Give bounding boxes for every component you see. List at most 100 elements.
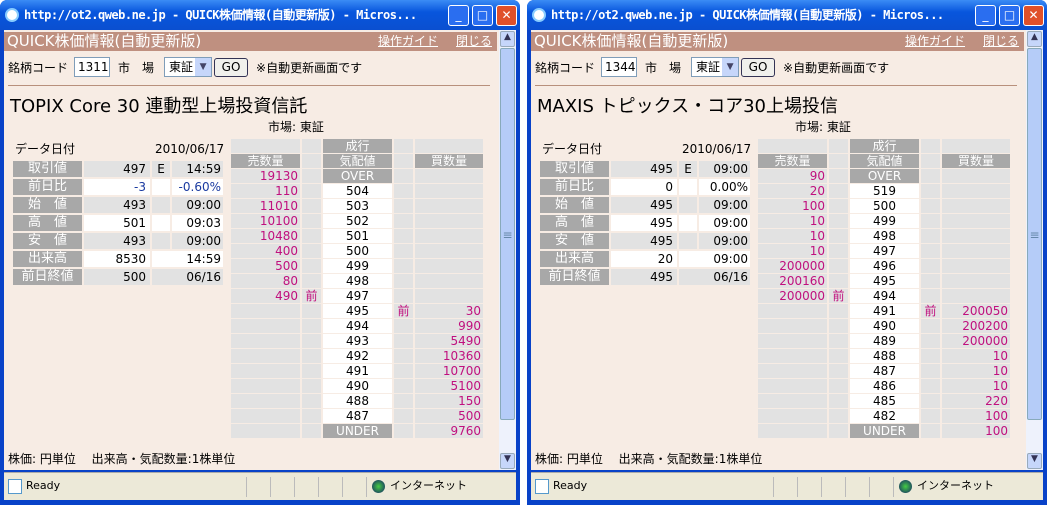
prev-close-marker (302, 349, 323, 363)
prev-close-marker (394, 274, 415, 288)
market-line: 市場: 東証 (268, 120, 324, 134)
scroll-thumb[interactable]: ≡ (1027, 48, 1042, 420)
close-link[interactable]: 閉じる (456, 32, 492, 51)
sell-qty: 200000 (758, 259, 829, 273)
quote-time: 09:00 (172, 233, 223, 249)
price: 495 (323, 304, 394, 318)
code-input[interactable]: 1344 (601, 57, 638, 77)
price: 497 (850, 244, 921, 258)
price: 499 (850, 214, 921, 228)
prev-close-marker (394, 184, 415, 198)
scroll-thumb[interactable]: ≡ (500, 48, 515, 420)
prev-close-marker (921, 334, 942, 348)
market-select[interactable]: 東証 ▼ (691, 57, 740, 77)
order-book-row: 486 10 (758, 379, 1014, 394)
guide-link[interactable]: 操作ガイド (905, 32, 965, 51)
maximize-button[interactable]: □ (472, 5, 493, 26)
quote-row: 前日終値 495 06/16 (539, 268, 751, 286)
sell-qty: 200000 (758, 289, 829, 303)
close-link[interactable]: 閉じる (983, 32, 1019, 51)
quote-row: 高 値 501 09:03 (12, 214, 224, 232)
minimize-button[interactable]: _ (448, 5, 469, 26)
market-order-header: 成行 (850, 139, 921, 153)
scroll-up-icon[interactable]: ▲ (500, 31, 515, 47)
go-button[interactable]: GO (214, 57, 249, 77)
prev-close-marker (302, 184, 323, 198)
buy-qty: 30 (415, 304, 485, 318)
order-book-row: 110 504 (231, 184, 487, 199)
quote-label: 前日比 (13, 179, 82, 195)
go-button[interactable]: GO (741, 57, 776, 77)
prev-close-marker (394, 214, 415, 228)
order-book-row: 490 5100 (231, 379, 487, 394)
scroll-up-icon[interactable]: ▲ (1027, 31, 1042, 47)
scroll-down-icon[interactable]: ▼ (500, 453, 515, 469)
window-title: http://ot2.qweb.ne.jp - QUICK株価情報(自動更新版)… (24, 8, 417, 22)
guide-link[interactable]: 操作ガイド (378, 32, 438, 51)
prev-close-marker: 前 (829, 289, 850, 303)
buy-qty: 100 (942, 409, 1012, 423)
market-select[interactable]: 東証 ▼ (164, 57, 213, 77)
title-bar[interactable]: http://ot2.qweb.ne.jp - QUICK株価情報(自動更新版)… (527, 0, 1047, 30)
quote-label: 高 値 (13, 215, 82, 231)
window-title: http://ot2.qweb.ne.jp - QUICK株価情報(自動更新版)… (551, 8, 944, 22)
vertical-scrollbar[interactable]: ▲ ≡ ▼ (499, 30, 516, 470)
buy-qty (415, 214, 485, 228)
prev-close-marker (394, 169, 415, 183)
order-book-row: 100 500 (758, 199, 1014, 214)
search-form: 銘柄コード 1344 市 場 東証 ▼ GO ※自動更新画面です (535, 56, 889, 78)
price: 501 (323, 229, 394, 243)
sell-qty (231, 304, 302, 318)
buy-qty (942, 274, 1012, 288)
sell-qty (758, 409, 829, 423)
code-input[interactable]: 1311 (74, 57, 111, 77)
minimize-button[interactable]: _ (975, 5, 996, 26)
quote-label: 取引値 (13, 161, 82, 177)
prev-close-marker (921, 199, 942, 213)
scroll-down-icon[interactable]: ▼ (1027, 453, 1042, 469)
price: 497 (323, 289, 394, 303)
order-book-row: 488 10 (758, 349, 1014, 364)
quote-value: 493 (84, 197, 150, 213)
prev-close-marker (394, 259, 415, 273)
sell-qty (231, 319, 302, 333)
market-value: 東証 (169, 60, 194, 74)
security-name: MAXIS トピックス・コア30上場投信 (537, 96, 838, 117)
maximize-button[interactable]: □ (999, 5, 1020, 26)
chevron-down-icon[interactable]: ▼ (195, 58, 212, 76)
quote-row: 前日比 -3 -0.60% (12, 178, 224, 196)
prev-close-marker (302, 424, 323, 438)
price: UNDER (323, 424, 394, 438)
browser-window: http://ot2.qweb.ne.jp - QUICK株価情報(自動更新版)… (527, 0, 1047, 505)
prev-close-marker (921, 229, 942, 243)
vertical-scrollbar[interactable]: ▲ ≡ ▼ (1026, 30, 1043, 470)
sell-qty (231, 364, 302, 378)
sell-qty: 90 (758, 169, 829, 183)
buy-qty (415, 184, 485, 198)
quote-label: 安 値 (13, 233, 82, 249)
price: 496 (850, 259, 921, 273)
quote-value: 495 (611, 233, 677, 249)
close-window-button[interactable]: ✕ (1023, 5, 1044, 26)
quote-label: 出来高 (13, 251, 82, 267)
quote-label: 前日終値 (540, 269, 609, 285)
buy-qty: 5490 (415, 334, 485, 348)
buy-qty (942, 169, 1012, 183)
order-book-row: 200000 496 (758, 259, 1014, 274)
quote-label: 始 値 (540, 197, 609, 213)
order-book-row: 200000 前 494 (758, 289, 1014, 304)
quote-row: 取引値 495 E 09:00 (539, 160, 751, 178)
prev-close-marker (921, 409, 942, 423)
sell-qty: 400 (231, 244, 302, 258)
chevron-down-icon[interactable]: ▼ (722, 58, 739, 76)
quote-value: 497 (84, 161, 150, 177)
sell-qty-header: 売数量 (231, 154, 302, 168)
price: 492 (323, 349, 394, 363)
close-window-button[interactable]: ✕ (496, 5, 517, 26)
sell-qty (758, 364, 829, 378)
order-book-row: 10 498 (758, 229, 1014, 244)
order-book: 成行 売数量 気配値 買数量 19130 OVER 110 504 11010 50… (231, 139, 487, 439)
title-bar[interactable]: http://ot2.qweb.ne.jp - QUICK株価情報(自動更新版)… (0, 0, 520, 30)
price: OVER (323, 169, 394, 183)
prev-close-marker (921, 274, 942, 288)
